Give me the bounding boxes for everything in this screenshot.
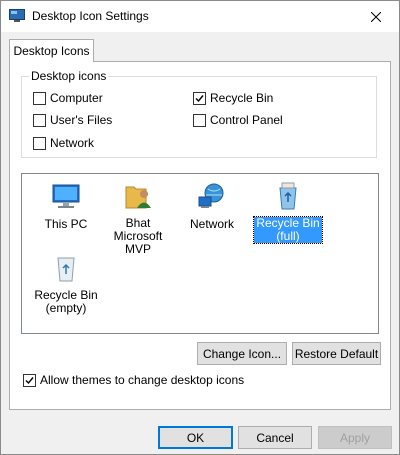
checkbox-label: Recycle Bin [210,91,274,105]
checkbox-box [33,113,46,127]
checkbox-label: Computer [50,91,103,105]
checkbox-label: Control Panel [210,113,283,127]
icon-label: Recycle Bin (full) [253,216,323,244]
checkbox-label: Network [50,136,95,150]
checkbox-users-files[interactable]: User's Files [33,112,112,128]
icon-item-recycle-bin-full[interactable]: Recycle Bin (full) [250,180,326,244]
apply-button[interactable]: Apply [318,426,392,449]
icon-label-line1: Bhat Microsoft [113,216,163,243]
checkbox-box [33,91,46,105]
icon-label-line2: MVP [124,242,151,256]
button-label: Apply [339,430,371,445]
icon-label-line2: (empty) [45,301,87,315]
checkbox-box [23,373,36,387]
button-label: Restore Default [294,346,379,361]
recycle-bin-full-icon [279,182,297,210]
icon-label-line2: (full) [276,229,300,243]
checkbox-label: Allow themes to change desktop icons [40,373,245,387]
checkbox-allow-themes[interactable]: Allow themes to change desktop icons [23,372,244,388]
icon-label: Network [189,217,234,231]
icon-item-recycle-bin-empty[interactable]: Recycle Bin (empty) [28,252,104,315]
icon-list[interactable]: This PC Bhat Microsoft MVP Network Recyc… [21,173,379,334]
recycle-bin-empty-icon [57,257,75,282]
checkbox-control-panel[interactable]: Control Panel [193,112,283,128]
checkbox-box [193,113,206,127]
desktop-icons-group: Desktop icons Computer User's Files Netw… [21,69,377,158]
ok-button[interactable]: OK [158,426,233,449]
monitor-icon [52,184,80,208]
checkbox-recycle-bin[interactable]: Recycle Bin [193,90,273,106]
tab-label: Desktop Icons [13,44,90,58]
close-button[interactable] [353,1,399,32]
change-icon-button[interactable]: Change Icon... [197,342,287,365]
network-globe-icon [198,183,224,208]
close-icon [371,11,381,22]
dialog-window: Desktop Icon Settings Desktop Icons Desk… [0,0,400,455]
icon-label-line1: Recycle Bin [34,288,98,302]
button-label: OK [186,430,205,445]
icon-label: Bhat Microsoft MVP [100,217,176,256]
title-bar[interactable]: Desktop Icon Settings [1,1,399,32]
icon-item-network[interactable]: Network [174,180,250,231]
desktop-settings-icon [9,9,25,22]
button-label: Change Icon... [202,346,282,361]
group-legend: Desktop icons [29,69,109,83]
checkbox-network[interactable]: Network [33,135,94,151]
icon-label-line1: Recycle Bin [256,216,320,230]
tab-desktop-icons[interactable]: Desktop Icons [9,39,94,62]
checkmark-icon [195,94,204,102]
window-title: Desktop Icon Settings [32,9,149,23]
checkbox-label: User's Files [50,113,113,127]
icon-label: This PC [44,217,88,231]
restore-default-button[interactable]: Restore Default [292,342,381,365]
icon-item-user-folder[interactable]: Bhat Microsoft MVP [100,180,176,256]
button-label: Cancel [256,430,294,445]
tab-panel: Desktop icons Computer User's Files Netw… [9,61,391,410]
checkbox-box [193,91,206,105]
checkmark-icon [25,376,34,384]
user-folder-icon [125,186,151,209]
cancel-button[interactable]: Cancel [238,426,312,449]
icon-label: Recycle Bin (empty) [32,289,99,315]
checkbox-computer[interactable]: Computer [33,90,103,106]
checkbox-box [33,136,46,150]
icon-item-this-pc[interactable]: This PC [28,180,104,231]
